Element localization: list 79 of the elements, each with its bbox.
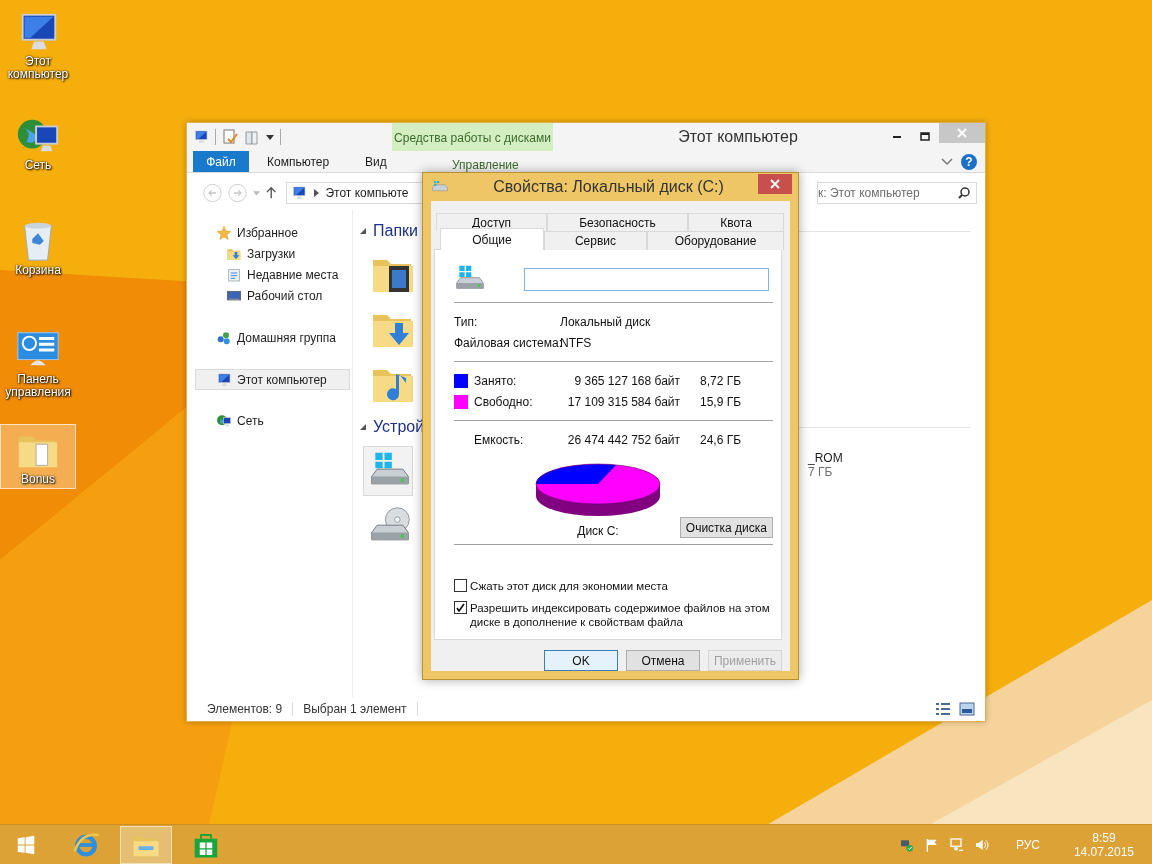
dialog-tab[interactable]: Сервис xyxy=(544,231,647,250)
dialog-tab[interactable]: Квота xyxy=(688,213,784,231)
maximize-icon xyxy=(920,132,930,142)
drive-tile[interactable] xyxy=(363,446,413,496)
homegroup-icon xyxy=(216,329,232,346)
drive-label: _ROM xyxy=(808,451,843,465)
dropdown-caret-icon[interactable] xyxy=(266,133,274,141)
help-button[interactable]: ? xyxy=(961,153,977,170)
back-icon[interactable] xyxy=(203,182,223,204)
document-icon xyxy=(226,266,242,283)
collapse-triangle-icon[interactable] xyxy=(359,227,367,235)
checkbox[interactable]: Сжать этот диск для экономии места xyxy=(454,579,773,593)
usage-size: 8,72 ГБ xyxy=(700,372,743,390)
search-field[interactable]: к: Этот компьютер xyxy=(817,182,977,204)
volume-name-field[interactable] xyxy=(524,267,769,291)
nav-item[interactable]: Сеть xyxy=(195,410,350,431)
capacity-bytes: 26 474 442 752 байт xyxy=(566,431,680,449)
property-label: Тип: xyxy=(454,313,479,331)
close-icon xyxy=(770,179,780,189)
search-icon xyxy=(958,187,970,199)
recent-locations-icon[interactable] xyxy=(253,189,260,197)
checkbox[interactable]: Разрешить индексировать содержимое файлов на этом диске в дополнение к свойствам файла xyxy=(454,601,773,629)
property-value: Локальный диск xyxy=(560,313,652,331)
property-value: NTFS xyxy=(560,334,593,352)
ribbon-tab[interactable]: Управление xyxy=(404,151,566,172)
breadcrumb-arrow-icon[interactable] xyxy=(313,189,320,197)
minimize-icon xyxy=(893,136,901,138)
up-arrow-icon[interactable] xyxy=(266,186,277,200)
dialog-button[interactable]: OK xyxy=(544,650,618,671)
dialog-tab[interactable]: Общие xyxy=(440,228,544,250)
nav-item[interactable]: Загрузки xyxy=(195,243,350,264)
windows-logo-icon xyxy=(15,833,37,856)
collapse-triangle-icon[interactable] xyxy=(359,423,367,431)
nav-item[interactable]: Избранное xyxy=(195,222,350,243)
check-icon xyxy=(456,603,465,612)
dialog-button[interactable]: Отмена xyxy=(626,650,700,671)
property-label: Файловая система: xyxy=(454,334,560,352)
close-icon xyxy=(957,128,967,138)
nav-item[interactable]: Рабочий стол xyxy=(195,285,350,306)
dialog-tab[interactable]: Оборудование xyxy=(647,231,784,250)
capacity-size: 24,6 ГБ xyxy=(700,431,743,449)
usage-label: Занято: xyxy=(474,372,518,390)
computer-icon xyxy=(216,371,232,388)
usage-bytes: 9 365 127 168 байт xyxy=(573,372,680,390)
checkbox-box[interactable] xyxy=(454,601,467,614)
usage-label: Свободно: xyxy=(474,393,534,411)
star-icon xyxy=(216,224,232,241)
ribbon-tab[interactable]: Файл xyxy=(193,151,249,172)
nav-item[interactable]: Недавние места xyxy=(195,264,350,285)
contextual-tab-group: Средства работы с дисками xyxy=(392,123,553,151)
ribbon-tab[interactable]: Компьютер xyxy=(249,151,348,172)
monitor-icon[interactable] xyxy=(948,836,965,853)
capacity-label: Емкость: xyxy=(474,431,525,449)
usage-bytes: 17 109 315 584 байт xyxy=(566,393,680,411)
disk-label: Диск C: xyxy=(577,524,619,538)
large-icons-view-icon[interactable] xyxy=(959,702,975,716)
close-button[interactable] xyxy=(758,174,792,194)
network-icon xyxy=(216,412,232,429)
disk-cleanup-button[interactable]: Очистка диска xyxy=(679,517,773,538)
taskbar-button[interactable] xyxy=(120,825,172,864)
expand-ribbon-icon[interactable] xyxy=(941,157,953,166)
dialog-title: Свойства: Локальный диск (C:) xyxy=(492,178,725,196)
hard-drive-icon xyxy=(431,180,449,194)
section-heading: Папки xyxy=(373,222,418,240)
status-text: Выбран 1 элемент xyxy=(303,702,418,716)
nav-item[interactable]: Домашняя группа xyxy=(195,327,350,348)
checkbox-box[interactable] xyxy=(454,579,467,592)
properties-icon[interactable] xyxy=(222,129,238,145)
usage-size: 15,9 ГБ xyxy=(700,393,743,411)
drive-size: 7 ГБ xyxy=(808,465,834,479)
forward-icon[interactable] xyxy=(228,182,248,204)
details-view-icon[interactable] xyxy=(935,702,951,716)
computer-icon xyxy=(193,129,209,145)
dialog-tab[interactable]: Безопасность xyxy=(547,213,688,231)
nav-item[interactable]: Этот компьютер xyxy=(195,369,350,390)
window-title: Этот компьютер xyxy=(677,127,799,147)
computer-icon xyxy=(291,185,308,201)
status-text: Элементов: 9 xyxy=(207,702,294,716)
ribbon-tab[interactable]: Вид xyxy=(347,151,405,172)
